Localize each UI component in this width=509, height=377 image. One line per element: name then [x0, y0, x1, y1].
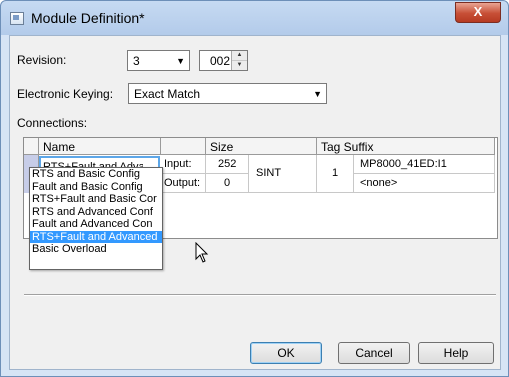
help-button[interactable]: Help	[418, 342, 494, 364]
column-header-tag-suffix: Tag Suffix	[317, 138, 495, 155]
output-size[interactable]: 0	[206, 174, 249, 193]
dropdown-option[interactable]: Basic Overload	[30, 243, 162, 256]
input-tag-suffix[interactable]: MP8000_41ED:I1	[354, 155, 495, 174]
close-button[interactable]: X	[455, 2, 501, 23]
keying-value: Exact Match	[134, 87, 201, 101]
revision-minor-spinner[interactable]: 002 ▲ ▼	[199, 50, 248, 71]
dropdown-option[interactable]: RTS and Advanced Conf	[30, 206, 162, 219]
chevron-down-icon: ▼	[313, 89, 322, 99]
revision-minor-value: 002	[209, 54, 230, 68]
separator	[24, 294, 496, 296]
spin-down-icon[interactable]: ▼	[232, 61, 247, 70]
dropdown-option[interactable]: RTS+Fault and Basic Cor	[30, 193, 162, 206]
ok-button[interactable]: OK	[250, 342, 322, 364]
output-label: Output:	[161, 174, 206, 193]
revision-label: Revision:	[17, 53, 67, 67]
cancel-button[interactable]: Cancel	[338, 342, 410, 364]
spin-up-icon[interactable]: ▲	[232, 51, 247, 61]
dropdown-option[interactable]: RTS and Basic Config	[30, 168, 162, 181]
input-size[interactable]: 252	[206, 155, 249, 174]
revision-major-select[interactable]: 3 ▼	[127, 50, 190, 71]
row-header-corner	[24, 138, 39, 155]
window-title: Module Definition*	[31, 10, 145, 26]
keying-label: Electronic Keying:	[17, 87, 114, 101]
connection-name-dropdown[interactable]: RTS and Basic Config Fault and Basic Con…	[29, 167, 163, 270]
title-bar[interactable]: Module Definition* X	[1, 1, 508, 35]
mouse-pointer-icon	[195, 242, 209, 263]
connection-count[interactable]: 1	[317, 155, 354, 193]
keying-select[interactable]: Exact Match ▼	[128, 83, 327, 104]
column-header-name: Name	[39, 138, 161, 155]
module-definition-window: Module Definition* X Revision: 3 ▼ 002 ▲…	[0, 0, 509, 377]
column-header-size: Size	[206, 138, 317, 155]
dropdown-option[interactable]: Fault and Advanced Con	[30, 218, 162, 231]
window-icon	[10, 12, 24, 25]
output-tag-suffix[interactable]: <none>	[354, 174, 495, 193]
connections-label: Connections:	[17, 116, 88, 130]
dropdown-option[interactable]: Fault and Basic Config	[30, 181, 162, 194]
chevron-down-icon: ▼	[176, 56, 185, 66]
input-label: Input:	[161, 155, 206, 174]
dropdown-option-selected[interactable]: RTS+Fault and Advanced	[30, 230, 162, 243]
column-header-io	[161, 138, 206, 155]
data-type[interactable]: SINT	[249, 155, 317, 193]
revision-major-value: 3	[133, 54, 140, 68]
